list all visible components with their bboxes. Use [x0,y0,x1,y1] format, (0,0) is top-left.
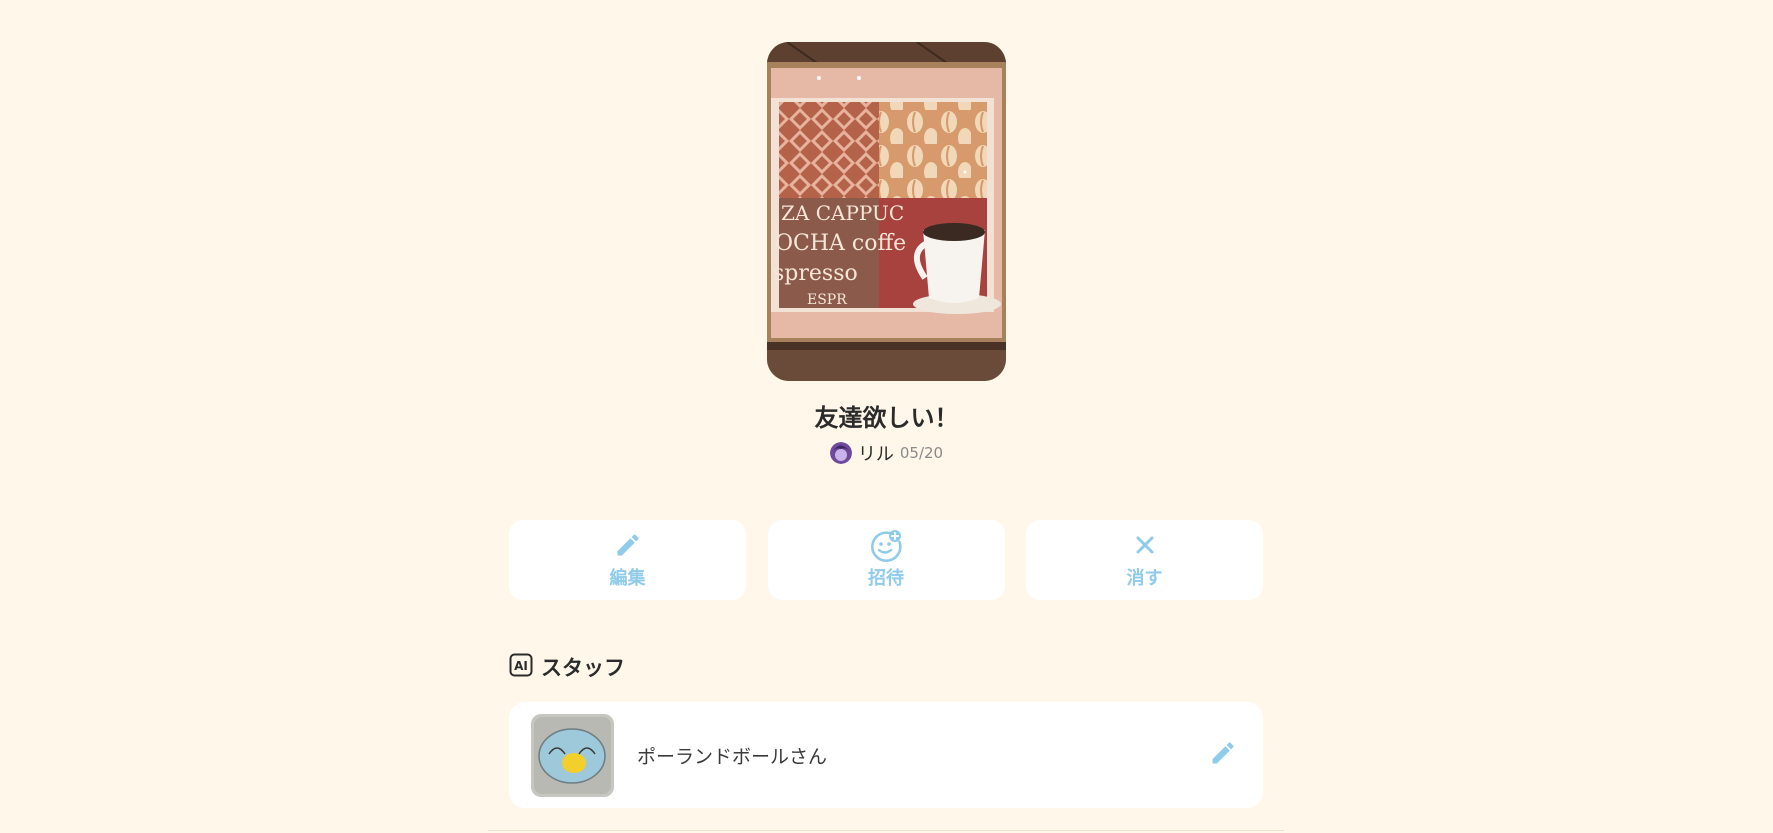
svg-text:ESPR: ESPR [807,292,847,308]
invite-label: 招待 [868,568,904,589]
staff-section-header: AI スタッフ [509,652,625,682]
svg-text:ZA CAPPUC: ZA CAPPUC [781,201,904,225]
staff-avatar[interactable] [531,713,614,797]
room-meta: リル 05/20 [0,440,1773,466]
owner-name[interactable]: リル [858,440,894,466]
pencil-icon [614,530,642,560]
room-title: 友達欲しい！ [814,404,959,432]
delete-label: 消す [1126,568,1163,589]
staff-section-title: スタッフ [541,656,625,680]
section-divider [488,830,1284,831]
edit-button[interactable]: 編集 [509,520,746,600]
room-cover-image: ZA CAPPUC OCHA coffe spresso ESPR [767,42,1006,381]
close-icon [1134,530,1156,560]
staff-edit-button[interactable] [1205,737,1241,773]
staff-card[interactable]: ポーランドボールさん [509,702,1263,808]
room-date: 05/20 [899,444,944,462]
edit-label: 編集 [609,568,646,589]
pencil-icon [1209,739,1237,771]
action-bar: 編集 招待 消す [509,520,1263,600]
smile-plus-icon [869,530,903,562]
svg-text:AI: AI [514,659,528,673]
svg-text:spresso: spresso [773,261,858,286]
staff-name: ポーランドボールさん [637,745,828,768]
invite-button[interactable]: 招待 [767,520,1005,600]
svg-text:OCHA coffe: OCHA coffe [775,231,906,256]
ai-icon: AI [509,653,533,681]
owner-avatar[interactable] [829,442,852,464]
delete-button[interactable]: 消す [1026,520,1263,600]
